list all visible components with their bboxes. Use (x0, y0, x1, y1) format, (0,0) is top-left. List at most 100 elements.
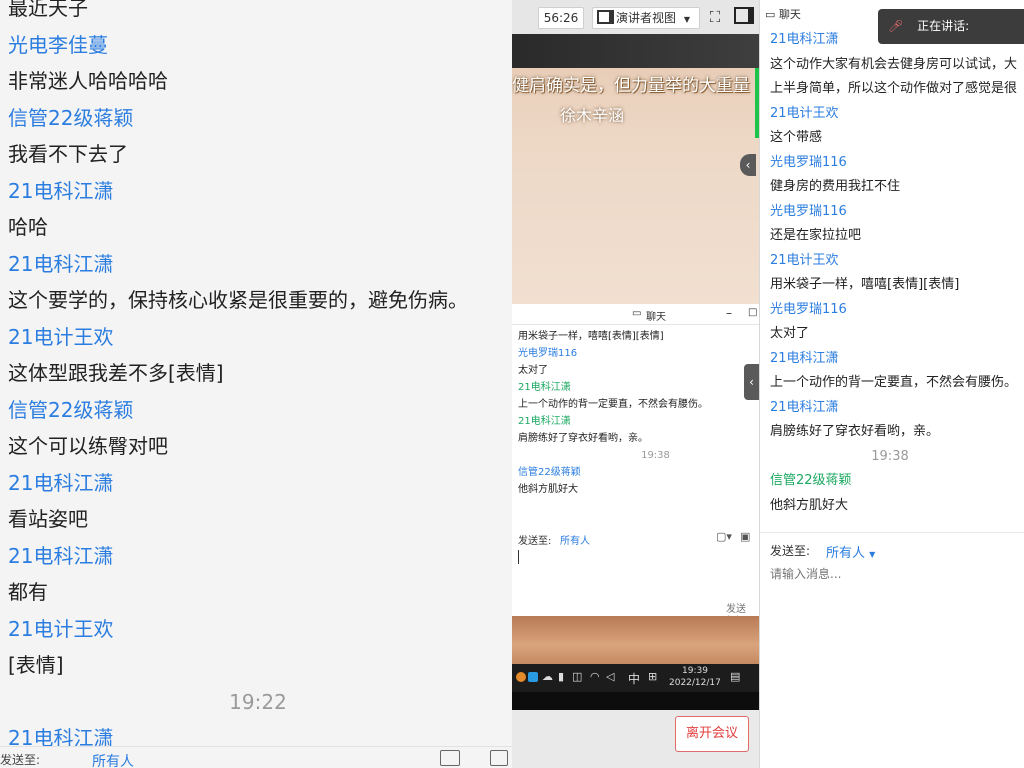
file-icon[interactable]: ▣ (740, 530, 750, 543)
collapse-handle-icon[interactable]: ‹ (740, 154, 756, 176)
mini-send-to-label: 发送至: (518, 536, 552, 547)
mini-send-to-select[interactable]: 所有人 (560, 532, 590, 547)
right-chat-line: 21电计王欢 (770, 252, 839, 268)
left-chat-send-bar: 发送至: 所有人 (0, 746, 512, 768)
mini-chat-title: 聊天 (646, 312, 666, 323)
left-chat-name: 信管22级蒋颖 (8, 397, 134, 422)
presenter-view-icon (597, 10, 614, 24)
chat-message-input[interactable] (768, 562, 1022, 586)
minimize-icon[interactable]: – (726, 306, 732, 320)
left-chat-panel: 最近天子 光电李佳蔓 非常迷人哈哈哈哈 信管22级蒋颖 我看不下去了 21电科江… (0, 0, 512, 768)
maximize-icon[interactable]: □ (748, 307, 757, 318)
collapse-handle-icon[interactable]: ‹ (744, 364, 759, 400)
right-send-to-select[interactable]: 所有人 ▼ (826, 542, 875, 561)
divider (760, 532, 1024, 533)
video-dark-band (512, 34, 759, 68)
mini-chat-line: 他斜方肌好大 (518, 484, 578, 495)
chat-icon: ▭ (632, 308, 642, 319)
left-chat-text: [表情] (8, 653, 64, 677)
right-send-to-value: 所有人 (826, 546, 866, 561)
right-chat-line: 21电科江潇 (770, 399, 839, 415)
mini-chat-header: ▭ 聊天 – □ (512, 304, 759, 325)
right-chat-message-list[interactable]: 21电科江潇 这个动作大家有机会去健身房可以试试，大 上半身简单，所以这个动作做… (770, 28, 1024, 518)
caret-down-icon: ▼ (869, 550, 876, 559)
right-chat-line: 光电罗瑞116 (770, 301, 847, 317)
chat-icon: ▭ (765, 8, 776, 21)
mini-chat-window: ▭ 聊天 – □ 用米袋子一样，嘻嘻[表情][表情] 光电罗瑞116 太对了 2… (512, 304, 759, 626)
right-chat-line: 19:38 (871, 448, 909, 464)
mini-chat-line: 太对了 (518, 365, 548, 376)
left-chat-name: 21电科江潇 (8, 470, 114, 495)
left-chat-text: 非常迷人哈哈哈哈 (8, 69, 168, 93)
mini-chat-line: 19:38 (641, 450, 670, 461)
right-chat-title: 聊天 (778, 8, 801, 21)
chevron-down-icon: ▼ (683, 15, 690, 24)
left-chat-message-list[interactable]: 最近天子 光电李佳蔓 非常迷人哈哈哈哈 信管22级蒋颖 我看不下去了 21电科江… (8, 0, 508, 757)
right-chat-header: ▭ 聊天 (760, 6, 801, 22)
right-chat-line: 上一个动作的背一定要直，不然会有腰伤。 (770, 375, 1018, 390)
file-icon[interactable] (490, 750, 508, 766)
view-mode-label: 演讲者视图 (616, 11, 677, 25)
screenshot-icon[interactable] (440, 750, 460, 766)
right-chat-line: 光电罗瑞116 (770, 203, 847, 219)
right-chat-line: 健身房的费用我扛不住 (770, 179, 901, 194)
volume-icon: ◁ (606, 670, 615, 683)
left-send-to-select[interactable]: 所有人 (92, 751, 134, 768)
right-chat-panel: ▭ 聊天 🎤︎ 正在讲话: 21电科江潇 这个动作大家有机会去健身房可以试试，大… (759, 0, 1024, 768)
video-caption-line1: 健肩确实是，但力量举的大重量 (512, 76, 750, 96)
right-chat-line: 太对了 (770, 326, 810, 341)
right-chat-line: 信管22级蒋颖 (770, 473, 852, 488)
taskbar-time: 19:39 (682, 666, 708, 676)
mini-chat-input-caret[interactable] (518, 550, 519, 564)
usb-icon: ▮ (558, 670, 565, 683)
left-chat-text: 我看不下去了 (8, 142, 128, 166)
mini-chat-line: 信管22级蒋颖 (518, 467, 581, 478)
left-chat-timestamp: 19:22 (229, 689, 287, 714)
view-mode-dropdown[interactable]: 演讲者视图 ▼ (592, 7, 700, 29)
left-chat-header-partial: 最近天子 (8, 0, 88, 20)
shared-video-bottom (512, 616, 759, 664)
video-caption-line2: 徐木辛涵 (560, 106, 625, 125)
mini-chat-line: 用米袋子一样，嘻嘻[表情][表情] (518, 331, 664, 342)
screenshot-icon[interactable]: ▢▾ (716, 530, 732, 543)
mini-chat-line: 上一个动作的背一定要直，不然会有腰伤。 (518, 399, 708, 410)
left-chat-name: 21电科江潇 (8, 251, 114, 276)
windows-taskbar: ☁ ▮ ◫ ◠ ◁ 中 ⊞ 19:39 2022/12/17 ▤ (512, 664, 759, 692)
right-send-to-label: 发送至: (770, 544, 811, 558)
left-chat-text: 都有 (8, 580, 48, 604)
layout-icon[interactable] (734, 7, 754, 27)
video-bottom-band (512, 692, 759, 710)
mini-chat-line: 肩膀练好了穿衣好看哟，亲。 (518, 433, 648, 444)
left-chat-name: 21电科江潇 (8, 543, 114, 568)
ime-indicator: 中 (628, 672, 641, 686)
left-chat-text: 哈哈 (8, 215, 48, 239)
left-chat-text: 看站姿吧 (8, 507, 88, 531)
meeting-timer: 56:26 (538, 7, 584, 29)
app-icon (528, 672, 538, 682)
shared-video: 健肩确实是，但力量举的大重量 徐木辛涵 ‹ (512, 34, 759, 304)
taskbar-date: 2022/12/17 (669, 678, 721, 688)
app-icon (516, 672, 526, 682)
right-chat-line: 还是在家拉拉吧 (770, 228, 862, 243)
left-chat-name: 21电计王欢 (8, 616, 114, 641)
fullscreen-icon[interactable]: ⛶ (704, 7, 726, 27)
leave-meeting-button[interactable]: 离开会议 (675, 716, 749, 752)
left-send-to-label: 发送至: (0, 753, 41, 767)
mini-chat-line: 21电科江潇 (518, 416, 571, 427)
right-chat-line: 光电罗瑞116 (770, 154, 847, 170)
right-chat-line: 21电科江潇 (770, 350, 839, 366)
right-chat-line: 上半身简单，所以这个动作做对了感觉是很 (770, 81, 1018, 96)
right-chat-line: 21电科江潇 (770, 32, 839, 47)
notification-icon: ▤ (730, 670, 741, 683)
left-chat-name: 21电科江潇 (8, 178, 114, 203)
right-chat-line: 这个动作大家有机会去健身房可以试试，大 (770, 56, 1018, 72)
right-chat-line: 他斜方肌好大 (770, 497, 849, 513)
right-chat-line: 21电计王欢 (770, 105, 839, 121)
mini-chat-line: 21电科江潇 (518, 382, 571, 393)
left-chat-name: 光电李佳蔓 (8, 32, 108, 57)
meeting-toolbar: 56:26 演讲者视图 ▼ ⛶ (512, 0, 759, 35)
mini-chat-line: 光电罗瑞116 (518, 348, 578, 359)
left-chat-text: 这个可以练臀对吧 (8, 434, 168, 458)
right-chat-line: 肩膀练好了穿衣好看哟，亲。 (770, 424, 940, 439)
mini-chat-message-list[interactable]: 用米袋子一样，嘻嘻[表情][表情] 光电罗瑞116 太对了 21电科江潇 上一个… (512, 325, 759, 498)
